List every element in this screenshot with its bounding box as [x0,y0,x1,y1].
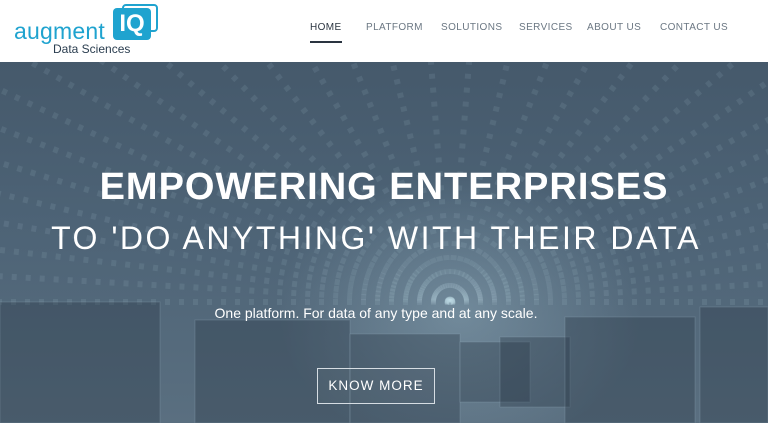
nav-home-label: HOME [310,22,342,33]
nav-contact-us-label: CONTACT US [660,22,729,33]
nav-solutions[interactable]: SOLUTIONS [441,22,502,33]
nav-services[interactable]: SERVICES [519,22,573,33]
brand-name: augment [14,18,105,44]
hero-subtitle: TO 'DO ANYTHING' WITH THEIR DATA [51,220,701,256]
nav-home[interactable]: HOME [310,22,342,43]
nav-solutions-label: SOLUTIONS [441,22,503,33]
brand-logo[interactable]: augment IQ Data Sciences [14,4,164,58]
site-header: augment IQ Data Sciences HOME PLATFORM S… [0,0,768,62]
know-more-button[interactable]: KNOW MORE [317,368,435,404]
nav-about-us-label: ABOUT US [587,22,642,33]
nav-services-label: SERVICES [519,22,573,33]
nav-active-indicator [310,41,342,43]
nav-contact-us[interactable]: CONTACT US [660,22,728,33]
nav-about-us[interactable]: ABOUT US [587,22,641,33]
nav-platform[interactable]: PLATFORM [366,22,423,33]
brand-badge: IQ [113,8,151,40]
nav-platform-label: PLATFORM [366,22,423,33]
monitor-silhouette [699,306,768,423]
hero-tagline: One platform. For data of any type and a… [214,305,538,321]
monitor-silhouette [564,316,696,423]
hero-banner: EMPOWERING ENTERPRISES TO 'DO ANYTHING' … [0,62,768,423]
brand-subtitle: Data Sciences [53,42,131,56]
hero-title: EMPOWERING ENTERPRISES [99,166,669,208]
monitor-silhouette [499,336,571,408]
